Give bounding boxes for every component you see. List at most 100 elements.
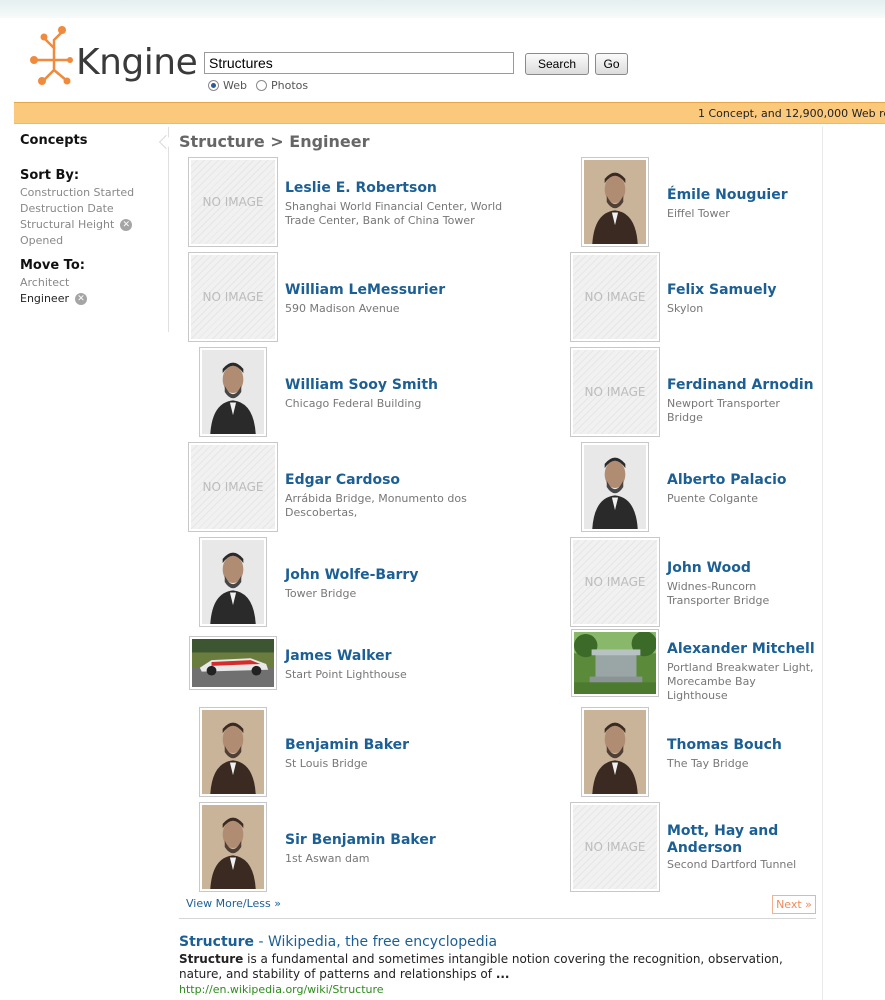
logo-text: Kngine: [76, 42, 198, 83]
person-structures: Widnes-Runcorn Transporter Bridge: [667, 580, 770, 607]
person-structures: Start Point Lighthouse: [285, 668, 407, 681]
person-name-link[interactable]: James Walker: [285, 648, 391, 664]
move-engineer[interactable]: Engineer ✕: [20, 291, 168, 307]
person-name-link[interactable]: Leslie E. Robertson: [285, 180, 437, 196]
person-structures: Shanghai World Financial Center, World T…: [285, 200, 503, 227]
no-image-text: NO IMAGE: [584, 290, 646, 304]
person-name-link[interactable]: Edgar Cardoso: [285, 472, 400, 488]
person-structures: 1st Aswan dam: [285, 852, 370, 865]
right-result-card[interactable]: Alberto Palacio Puente Colgante: [570, 442, 820, 532]
no-image-placeholder[interactable]: NO IMAGE: [570, 347, 660, 437]
search-scope: Web Photos: [208, 79, 317, 92]
web-result-snippet: Structure is a fundamental and sometimes…: [179, 952, 783, 981]
person-structures: St Louis Bridge: [285, 757, 368, 770]
person-name-link[interactable]: John Wood: [667, 560, 751, 576]
left-result-card[interactable]: NO IMAGE Leslie E. Robertson Shanghai Worl…: [188, 157, 548, 247]
person-structures: 590 Madison Avenue: [285, 302, 400, 315]
web-radio[interactable]: [208, 80, 219, 91]
person-name-link[interactable]: William LeMessurier: [285, 282, 445, 298]
person-structures: Arrábida Bridge, Monumento dos Descobert…: [285, 492, 467, 519]
sort-by-heading: Sort By:: [20, 168, 80, 183]
search-button[interactable]: Search: [525, 53, 589, 75]
person-thumbnail[interactable]: [581, 157, 649, 247]
person-thumbnail[interactable]: [581, 707, 649, 797]
right-result-card[interactable]: NO IMAGE John Wood Widnes-Runcorn Transpor…: [570, 537, 820, 627]
right-result-card[interactable]: Émile Nouguier Eiffel Tower: [570, 157, 820, 247]
person-name-link[interactable]: Benjamin Baker: [285, 737, 409, 753]
person-name-link[interactable]: Alexander Mitchell: [667, 641, 815, 657]
sort-construction-started[interactable]: Construction Started: [20, 185, 168, 201]
person-name-link[interactable]: William Sooy Smith: [285, 377, 438, 393]
person-thumbnail[interactable]: [581, 442, 649, 532]
no-image-text: NO IMAGE: [202, 290, 264, 304]
left-result-card[interactable]: Benjamin Baker St Louis Bridge: [188, 707, 548, 797]
person-name-link[interactable]: Felix Samuely: [667, 282, 777, 298]
view-more-link[interactable]: View More/Less »: [186, 897, 281, 910]
photos-radio-label[interactable]: Photos: [271, 79, 308, 92]
person-thumbnail[interactable]: [571, 629, 659, 697]
web-radio-label[interactable]: Web: [223, 79, 247, 92]
no-image-placeholder[interactable]: NO IMAGE: [570, 537, 660, 627]
right-result-card[interactable]: Thomas Bouch The Tay Bridge: [570, 707, 820, 797]
sidebar-divider: [168, 127, 169, 332]
person-structures: Second Dartford Tunnel: [667, 858, 797, 871]
left-result-card[interactable]: William Sooy Smith Chicago Federal Buildi…: [188, 347, 548, 437]
person-structures: Chicago Federal Building: [285, 397, 422, 410]
person-name-link[interactable]: Mott, Hay and Anderson: [667, 823, 787, 857]
results-bar: 1 Concept, and 12,900,000 Web resul: [14, 102, 885, 124]
left-result-card[interactable]: Sir Benjamin Baker 1st Aswan dam: [188, 802, 548, 892]
person-structures: Puente Colgante: [667, 492, 758, 505]
person-name-link[interactable]: Thomas Bouch: [667, 737, 782, 753]
no-image-placeholder[interactable]: NO IMAGE: [570, 252, 660, 342]
move-to-heading: Move To:: [20, 258, 85, 273]
remove-icon[interactable]: ✕: [120, 219, 133, 231]
left-result-card[interactable]: John Wolfe-Barry Tower Bridge: [188, 537, 548, 627]
left-result-card[interactable]: James Walker Start Point Lighthouse: [188, 632, 548, 694]
photos-radio[interactable]: [255, 80, 267, 91]
person-thumbnail[interactable]: [189, 636, 277, 690]
no-image-text: NO IMAGE: [584, 840, 646, 854]
right-result-card[interactable]: NO IMAGE Felix Samuely Skylon: [570, 252, 820, 342]
right-result-card[interactable]: NO IMAGE Mott, Hay and Anderson Second Dar…: [570, 802, 820, 892]
sort-structural-height[interactable]: Structural Height ✕: [20, 217, 168, 233]
sort-destruction-date[interactable]: Destruction Date: [20, 201, 168, 217]
person-thumbnail[interactable]: [199, 802, 267, 892]
person-thumbnail[interactable]: [199, 707, 267, 797]
no-image-text: NO IMAGE: [584, 575, 646, 589]
person-name-link[interactable]: Émile Nouguier: [667, 187, 788, 203]
move-architect[interactable]: Architect: [20, 275, 168, 291]
person-thumbnail[interactable]: [199, 347, 267, 437]
no-image-placeholder[interactable]: NO IMAGE: [570, 802, 660, 892]
web-result-url[interactable]: http://en.wikipedia.org/wiki/Structure: [179, 983, 384, 996]
person-structures: Tower Bridge: [285, 587, 357, 600]
right-result-card[interactable]: Alexander Mitchell Portland Breakwater Li…: [570, 629, 820, 702]
kngine-logo[interactable]: Kngine: [24, 18, 198, 90]
no-image-text: NO IMAGE: [584, 385, 646, 399]
left-result-card[interactable]: NO IMAGE Edgar Cardoso Arrábida Bridge, Mo…: [188, 442, 548, 532]
breadcrumb: Structure > Engineer: [179, 132, 370, 151]
logo-tree-icon: [30, 26, 73, 85]
next-button[interactable]: Next »: [772, 895, 816, 914]
no-image-placeholder[interactable]: NO IMAGE: [188, 252, 278, 342]
person-structures: Eiffel Tower: [667, 207, 730, 220]
right-result-card[interactable]: NO IMAGE Ferdinand Arnodin Newport Transpo…: [570, 347, 820, 437]
divider: [179, 918, 816, 919]
right-divider: [822, 127, 823, 1000]
go-button[interactable]: Go: [595, 53, 628, 75]
left-result-card[interactable]: NO IMAGE William LeMessurier 590 Madison A…: [188, 252, 548, 342]
person-structures: The Tay Bridge: [667, 757, 749, 770]
sidebar: Concepts Sort By: Construction Started D…: [20, 133, 168, 307]
no-image-placeholder[interactable]: NO IMAGE: [188, 157, 278, 247]
person-name-link[interactable]: Alberto Palacio: [667, 472, 787, 488]
person-structures: Skylon: [667, 302, 704, 315]
no-image-placeholder[interactable]: NO IMAGE: [188, 442, 278, 532]
sort-opened[interactable]: Opened: [20, 233, 168, 249]
remove-icon[interactable]: ✕: [75, 293, 87, 305]
web-result-title[interactable]: Structure - Wikipedia, the free encyclop…: [179, 934, 497, 950]
search-input[interactable]: [204, 52, 514, 74]
concepts-heading: Concepts: [20, 133, 88, 148]
person-name-link[interactable]: Sir Benjamin Baker: [285, 832, 436, 848]
person-thumbnail[interactable]: [199, 537, 267, 627]
person-name-link[interactable]: John Wolfe-Barry: [285, 567, 418, 583]
person-name-link[interactable]: Ferdinand Arnodin: [667, 377, 814, 393]
